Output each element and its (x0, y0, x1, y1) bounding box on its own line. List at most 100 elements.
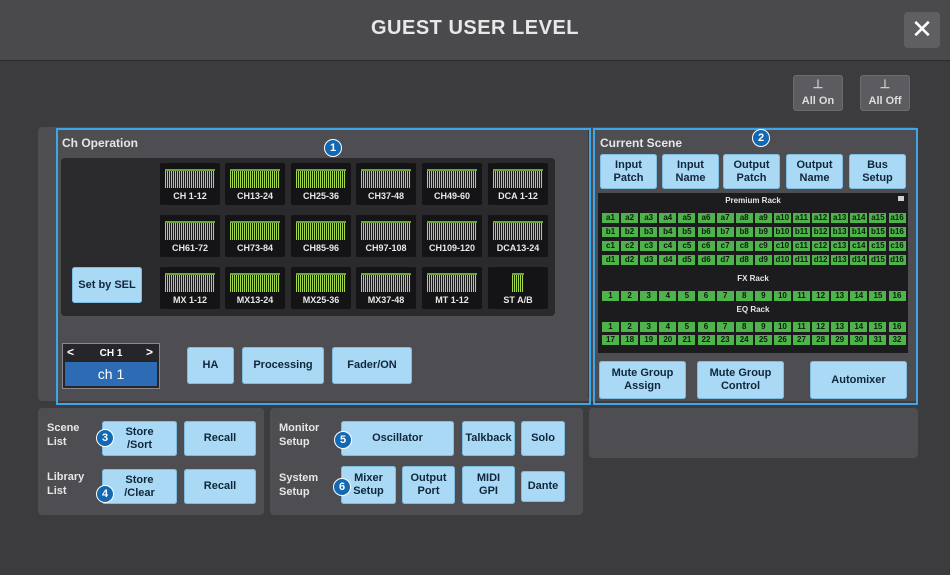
rack-slot[interactable]: c3 (640, 241, 658, 251)
rack-slot[interactable]: 28 (812, 335, 830, 345)
fader-bank-button[interactable]: MX25-36 (291, 267, 351, 309)
rack-slot[interactable]: b3 (640, 227, 658, 237)
rack-slot[interactable]: 14 (850, 322, 868, 332)
rack-slot[interactable]: 15 (869, 291, 887, 301)
fader-bank-button[interactable]: MX 1-12 (160, 267, 220, 309)
fader-bank-button[interactable]: CH61-72 (160, 215, 220, 257)
rack-slot[interactable]: c15 (869, 241, 887, 251)
rack-slot[interactable]: c2 (621, 241, 639, 251)
rack-slot[interactable]: d8 (735, 255, 753, 265)
rack-slot[interactable]: d10 (773, 255, 791, 265)
rack-slot[interactable]: 13 (831, 291, 849, 301)
rack-slot[interactable]: 9 (754, 322, 772, 332)
rack-slot[interactable]: 19 (640, 335, 658, 345)
rack-slot[interactable]: b11 (793, 227, 810, 237)
rack-slot[interactable]: d9 (754, 255, 772, 265)
rack-slot[interactable]: b8 (735, 227, 753, 237)
solo-button[interactable]: Solo (521, 421, 565, 456)
rack-slot[interactable]: 26 (773, 335, 791, 345)
rack-slot[interactable]: c1 (602, 241, 619, 251)
rack-slot[interactable]: 13 (831, 322, 849, 332)
output-port-button[interactable]: Output Port (402, 466, 455, 504)
rack-slot[interactable]: 5 (678, 291, 696, 301)
rack-slot[interactable]: c8 (735, 241, 753, 251)
rack-slot[interactable]: b15 (869, 227, 887, 237)
set-by-sel-button[interactable]: Set by SEL (72, 267, 142, 303)
fader-bank-button[interactable]: CH25-36 (291, 163, 351, 205)
rack-slot[interactable]: b1 (602, 227, 619, 237)
scene-button[interactable]: Output Name (786, 154, 843, 189)
rack-slot[interactable]: 20 (659, 335, 677, 345)
rack-slot[interactable]: d3 (640, 255, 658, 265)
scene-button[interactable]: Input Patch (600, 154, 657, 189)
scene-recall-button[interactable]: Recall (184, 421, 256, 456)
rack-slot[interactable]: 10 (773, 322, 791, 332)
rack-slot[interactable]: b5 (678, 227, 696, 237)
rack-slot[interactable]: 7 (716, 322, 734, 332)
rack-slot[interactable]: 11 (793, 322, 810, 332)
rack-slot[interactable]: a5 (678, 213, 696, 223)
fader-bank-button[interactable]: CH49-60 (422, 163, 482, 205)
rack-slot[interactable]: 15 (869, 322, 887, 332)
channel-selector[interactable]: < CH 1 > ch 1 (62, 343, 160, 389)
rack-slot[interactable]: 4 (659, 322, 677, 332)
fader-on-button[interactable]: Fader/ON (332, 347, 412, 384)
rack-slot[interactable]: 25 (754, 335, 772, 345)
rack-slot[interactable]: 9 (754, 291, 772, 301)
rack-slot[interactable]: c14 (850, 241, 868, 251)
rack-slot[interactable]: d4 (659, 255, 677, 265)
rack-slot[interactable]: b13 (831, 227, 849, 237)
scene-button[interactable]: Input Name (662, 154, 719, 189)
rack-slot[interactable]: b6 (697, 227, 715, 237)
rack-slot[interactable]: b2 (621, 227, 639, 237)
rack-slot[interactable]: b12 (812, 227, 830, 237)
rack-slot[interactable]: b7 (716, 227, 734, 237)
rack-slot[interactable]: d6 (697, 255, 715, 265)
rack-slot[interactable]: c13 (831, 241, 849, 251)
rack-slot[interactable]: a1 (602, 213, 619, 223)
fader-bank-button[interactable]: CH109-120 (422, 215, 482, 257)
rack-slot[interactable]: 16 (888, 291, 906, 301)
rack-slot[interactable]: c12 (812, 241, 830, 251)
rack-slot[interactable]: c16 (888, 241, 906, 251)
rack-slot[interactable]: 31 (869, 335, 887, 345)
rack-slot[interactable]: 1 (602, 322, 619, 332)
rack-slot[interactable]: c9 (754, 241, 772, 251)
rack-slot[interactable]: 2 (621, 291, 639, 301)
rack-slot[interactable]: a16 (888, 213, 906, 223)
rack-slot[interactable]: d12 (812, 255, 830, 265)
rack-slot[interactable]: 4 (659, 291, 677, 301)
rack-slot[interactable]: 1 (602, 291, 619, 301)
rack-slot[interactable]: d15 (869, 255, 887, 265)
rack-slot[interactable]: d5 (678, 255, 696, 265)
rack-slot[interactable]: c10 (773, 241, 791, 251)
fader-bank-button[interactable]: CH37-48 (356, 163, 416, 205)
rack-slot[interactable]: 12 (812, 322, 830, 332)
rack-slot[interactable]: 23 (716, 335, 734, 345)
rack-slot[interactable]: a7 (716, 213, 734, 223)
fader-bank-button[interactable]: DCA 1-12 (488, 163, 548, 205)
mute-group-assign-button[interactable]: Mute Group Assign (599, 361, 686, 399)
rack-slot[interactable]: d13 (831, 255, 849, 265)
rack-slot[interactable]: b4 (659, 227, 677, 237)
rack-slot[interactable]: d7 (716, 255, 734, 265)
rack-slot[interactable]: 18 (621, 335, 639, 345)
rack-slot[interactable]: a15 (869, 213, 887, 223)
all-off-button[interactable]: ⊥ All Off (860, 75, 910, 111)
rack-slot[interactable]: d2 (621, 255, 639, 265)
fader-bank-button[interactable]: ST A/B (488, 267, 548, 309)
rack-slot[interactable]: 5 (678, 322, 696, 332)
rack-slot[interactable]: c5 (678, 241, 696, 251)
midi-gpi-button[interactable]: MIDI GPI (462, 466, 515, 504)
rack-slot[interactable]: a10 (773, 213, 791, 223)
ha-button[interactable]: HA (187, 347, 234, 384)
close-button[interactable]: ✕ (904, 12, 940, 48)
rack-slot[interactable]: b14 (850, 227, 868, 237)
fader-bank-button[interactable]: DCA13-24 (488, 215, 548, 257)
rack-slot[interactable]: a6 (697, 213, 715, 223)
fader-bank-button[interactable]: CH73-84 (225, 215, 285, 257)
rack-slot[interactable]: d11 (793, 255, 810, 265)
rack-slot[interactable]: a2 (621, 213, 639, 223)
rack-slot[interactable]: a13 (831, 213, 849, 223)
fader-bank-button[interactable]: MX13-24 (225, 267, 285, 309)
